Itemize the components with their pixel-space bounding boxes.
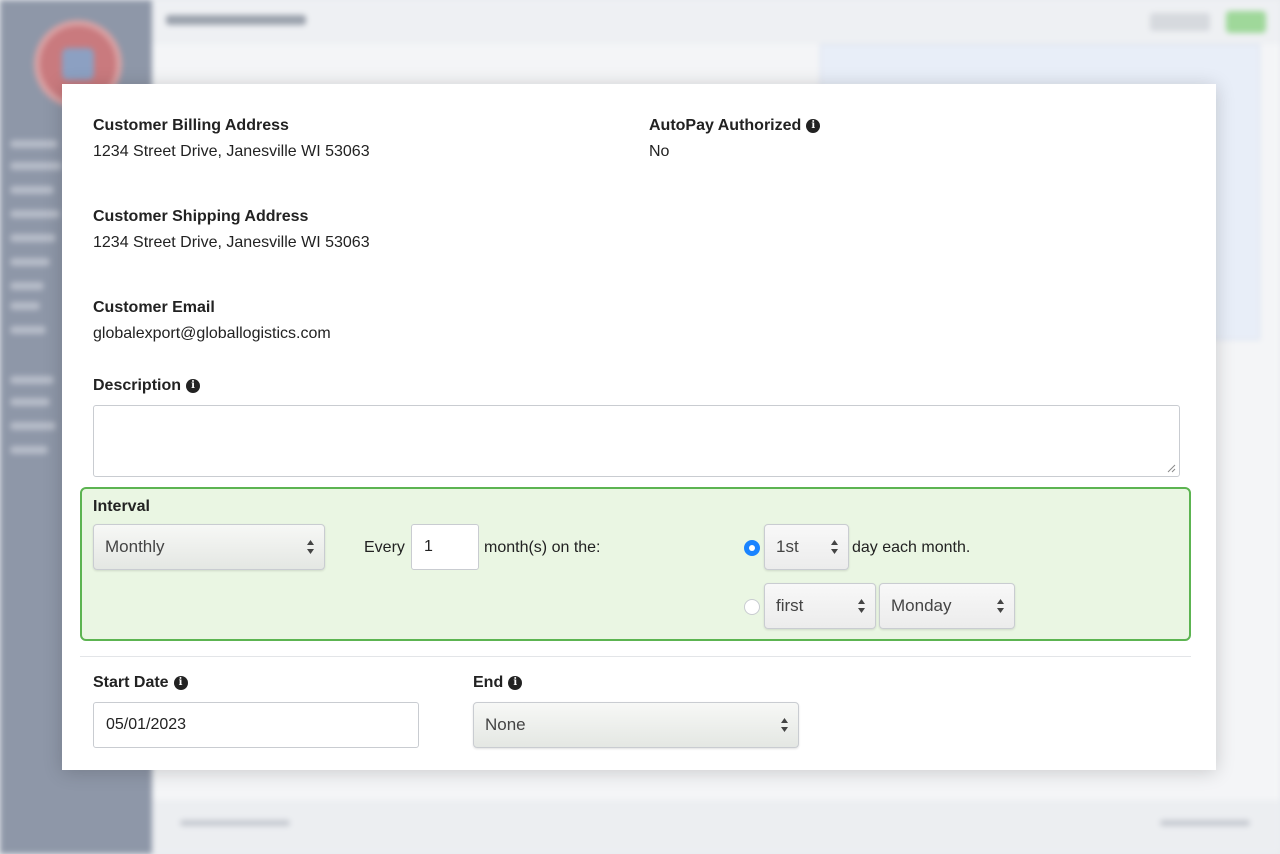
recurring-invoice-modal: Customer Billing Address 1234 Street Dri… bbox=[62, 84, 1216, 770]
background-nav-item bbox=[10, 162, 62, 170]
background-text bbox=[180, 820, 290, 826]
day-of-month-radio[interactable] bbox=[744, 540, 760, 556]
background-nav-item bbox=[10, 282, 44, 290]
select-arrows-icon bbox=[781, 718, 788, 732]
description-label: Description i bbox=[93, 377, 201, 395]
interval-frequency-select[interactable]: Monthly bbox=[93, 524, 325, 570]
autopay-label: AutoPay Authorized i bbox=[649, 117, 821, 135]
interval-label: Interval bbox=[93, 498, 150, 515]
every-label: Every bbox=[364, 539, 405, 556]
info-icon[interactable]: i bbox=[173, 676, 188, 690]
end-label: End i bbox=[473, 674, 523, 692]
billing-address-label: Customer Billing Address bbox=[93, 117, 289, 134]
background-topbar bbox=[152, 0, 1280, 44]
background-nav-item bbox=[10, 376, 54, 384]
background-nav-item bbox=[10, 186, 54, 194]
week-ordinal-select[interactable]: first bbox=[764, 583, 876, 629]
shipping-address-label: Customer Shipping Address bbox=[93, 208, 309, 225]
background-button bbox=[1150, 13, 1210, 31]
every-count-input[interactable]: 1 bbox=[411, 524, 479, 570]
background-save-button bbox=[1226, 11, 1266, 33]
section-divider bbox=[80, 656, 1191, 657]
months-on-the-label: month(s) on the: bbox=[484, 539, 601, 556]
background-nav-item bbox=[10, 140, 58, 148]
background-title bbox=[166, 15, 306, 25]
info-icon[interactable]: i bbox=[806, 119, 821, 133]
weekday-of-month-radio[interactable] bbox=[744, 599, 760, 615]
weekday-select[interactable]: Monday bbox=[879, 583, 1015, 629]
info-icon[interactable]: i bbox=[186, 379, 201, 393]
start-date-input[interactable]: 05/01/2023 bbox=[93, 702, 419, 748]
start-date-label: Start Date i bbox=[93, 674, 188, 692]
customer-email-label: Customer Email bbox=[93, 299, 215, 316]
background-nav-item bbox=[10, 258, 50, 266]
description-textarea[interactable] bbox=[93, 405, 1180, 477]
day-of-month-select[interactable]: 1st bbox=[764, 524, 849, 570]
background-footer bbox=[152, 800, 1280, 854]
select-arrows-icon bbox=[307, 540, 314, 554]
select-arrows-icon bbox=[858, 599, 865, 613]
select-arrows-icon bbox=[831, 540, 838, 554]
select-arrows-icon bbox=[997, 599, 1004, 613]
background-nav-item bbox=[10, 398, 50, 406]
resize-grip-icon[interactable] bbox=[1167, 464, 1176, 473]
background-nav-item bbox=[10, 210, 60, 218]
end-select[interactable]: None bbox=[473, 702, 799, 748]
interval-section: Interval Monthly Every 1 month(s) on the… bbox=[80, 487, 1191, 641]
shipping-address-value: 1234 Street Drive, Janesville WI 53063 bbox=[93, 234, 370, 251]
autopay-value: No bbox=[649, 143, 670, 160]
background-nav-item bbox=[10, 234, 56, 242]
billing-address-value: 1234 Street Drive, Janesville WI 53063 bbox=[93, 143, 370, 160]
background-nav-item bbox=[10, 326, 46, 334]
info-icon[interactable]: i bbox=[508, 676, 523, 690]
day-each-month-label: day each month. bbox=[852, 539, 971, 556]
background-text bbox=[1160, 820, 1250, 826]
background-nav-item bbox=[10, 302, 40, 310]
background-nav-item bbox=[10, 422, 56, 430]
background-nav-item bbox=[10, 446, 48, 454]
customer-email-value: globalexport@globallogistics.com bbox=[93, 325, 331, 342]
